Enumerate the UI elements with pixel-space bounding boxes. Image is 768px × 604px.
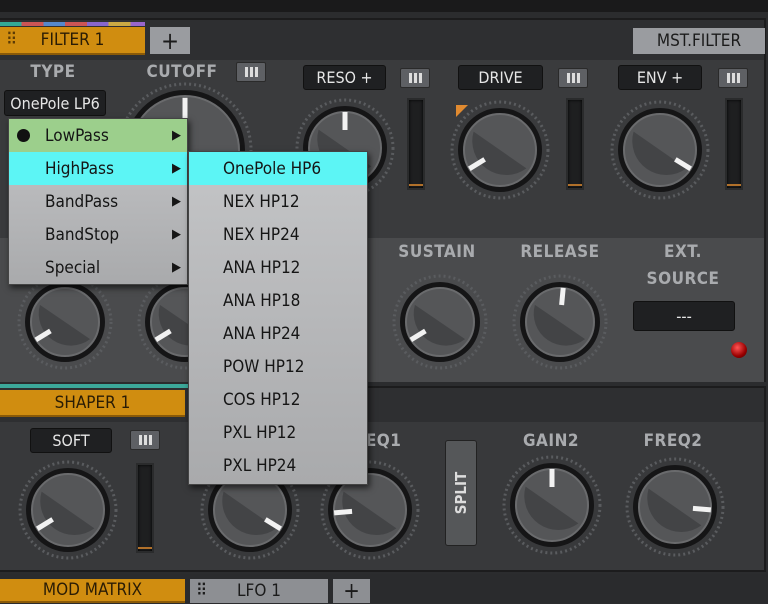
submenu-item[interactable]: NEX HP24 (189, 218, 367, 251)
submenu-item-label: PXL HP12 (223, 422, 297, 443)
submenu-item[interactable]: ANA HP18 (189, 284, 367, 317)
submenu-item[interactable]: NEX HP12 (189, 185, 367, 218)
release-knob[interactable] (512, 274, 608, 370)
menu-item-highpass[interactable]: HighPass ▶ (9, 152, 187, 185)
env-knob[interactable] (610, 100, 710, 200)
submenu-item-label: ANA HP12 (223, 257, 301, 278)
drive-knob[interactable] (450, 100, 550, 200)
menu-item-label: LowPass (45, 125, 109, 146)
submenu-item-label: NEX HP12 (223, 191, 300, 212)
knob-pointer (559, 287, 566, 306)
submenu-item[interactable]: COS HP12 (189, 383, 367, 416)
attack-knob[interactable] (17, 274, 113, 370)
sustain-knob[interactable] (392, 274, 488, 370)
menu-item-lowpass[interactable]: LowPass ▶ (9, 119, 187, 152)
filter-type-menu: LowPass ▶ HighPass ▶ BandPass ▶ BandStop ▶ S… (8, 118, 188, 285)
filter-type-select[interactable]: OnePole LP6 (4, 90, 106, 116)
menu-item-label: BandStop (45, 224, 120, 245)
submenu-item-label: COS HP12 (223, 389, 301, 410)
knob-layer (17, 82, 725, 560)
menu-item-label: BandPass (45, 191, 119, 212)
gain2-knob[interactable] (502, 455, 602, 555)
submenu-item[interactable]: POW HP12 (189, 350, 367, 383)
knob-pointer (333, 508, 353, 516)
submenu-item-label: POW HP12 (223, 356, 305, 377)
submenu-item-label: ANA HP24 (223, 323, 301, 344)
menu-item-bandstop[interactable]: BandStop ▶ (9, 218, 187, 251)
submenu-arrow-icon: ▶ (172, 161, 181, 176)
submenu-arrow-icon: ▶ (172, 128, 181, 143)
menu-item-label: Special (45, 257, 101, 278)
menu-item-bandpass[interactable]: BandPass ▶ (9, 185, 187, 218)
submenu-item[interactable]: OnePole HP6 (189, 152, 367, 185)
submenu-item[interactable]: ANA HP24 (189, 317, 367, 350)
submenu-item[interactable]: PXL HP24 (189, 449, 367, 482)
submenu-item-label: OnePole HP6 (223, 158, 322, 179)
menu-item-special[interactable]: Special ▶ (9, 251, 187, 284)
submenu-arrow-icon: ▶ (172, 227, 181, 242)
submenu-item-label: ANA HP18 (223, 290, 301, 311)
submenu-item-label: PXL HP24 (223, 455, 297, 476)
submenu-item[interactable]: PXL HP12 (189, 416, 367, 449)
knob-pointer (692, 505, 712, 513)
highpass-submenu: OnePole HP6 NEX HP12 NEX HP24 ANA HP12 ANA H… (188, 151, 368, 485)
shaper-drive-knob[interactable] (18, 460, 118, 560)
submenu-item[interactable]: ANA HP12 (189, 251, 367, 284)
submenu-item-label: NEX HP24 (223, 224, 300, 245)
freq2-knob[interactable] (625, 457, 725, 557)
submenu-arrow-icon: ▶ (172, 260, 181, 275)
submenu-arrow-icon: ▶ (172, 194, 181, 209)
menu-item-label: HighPass (45, 158, 114, 179)
selected-dot-icon (17, 129, 30, 142)
